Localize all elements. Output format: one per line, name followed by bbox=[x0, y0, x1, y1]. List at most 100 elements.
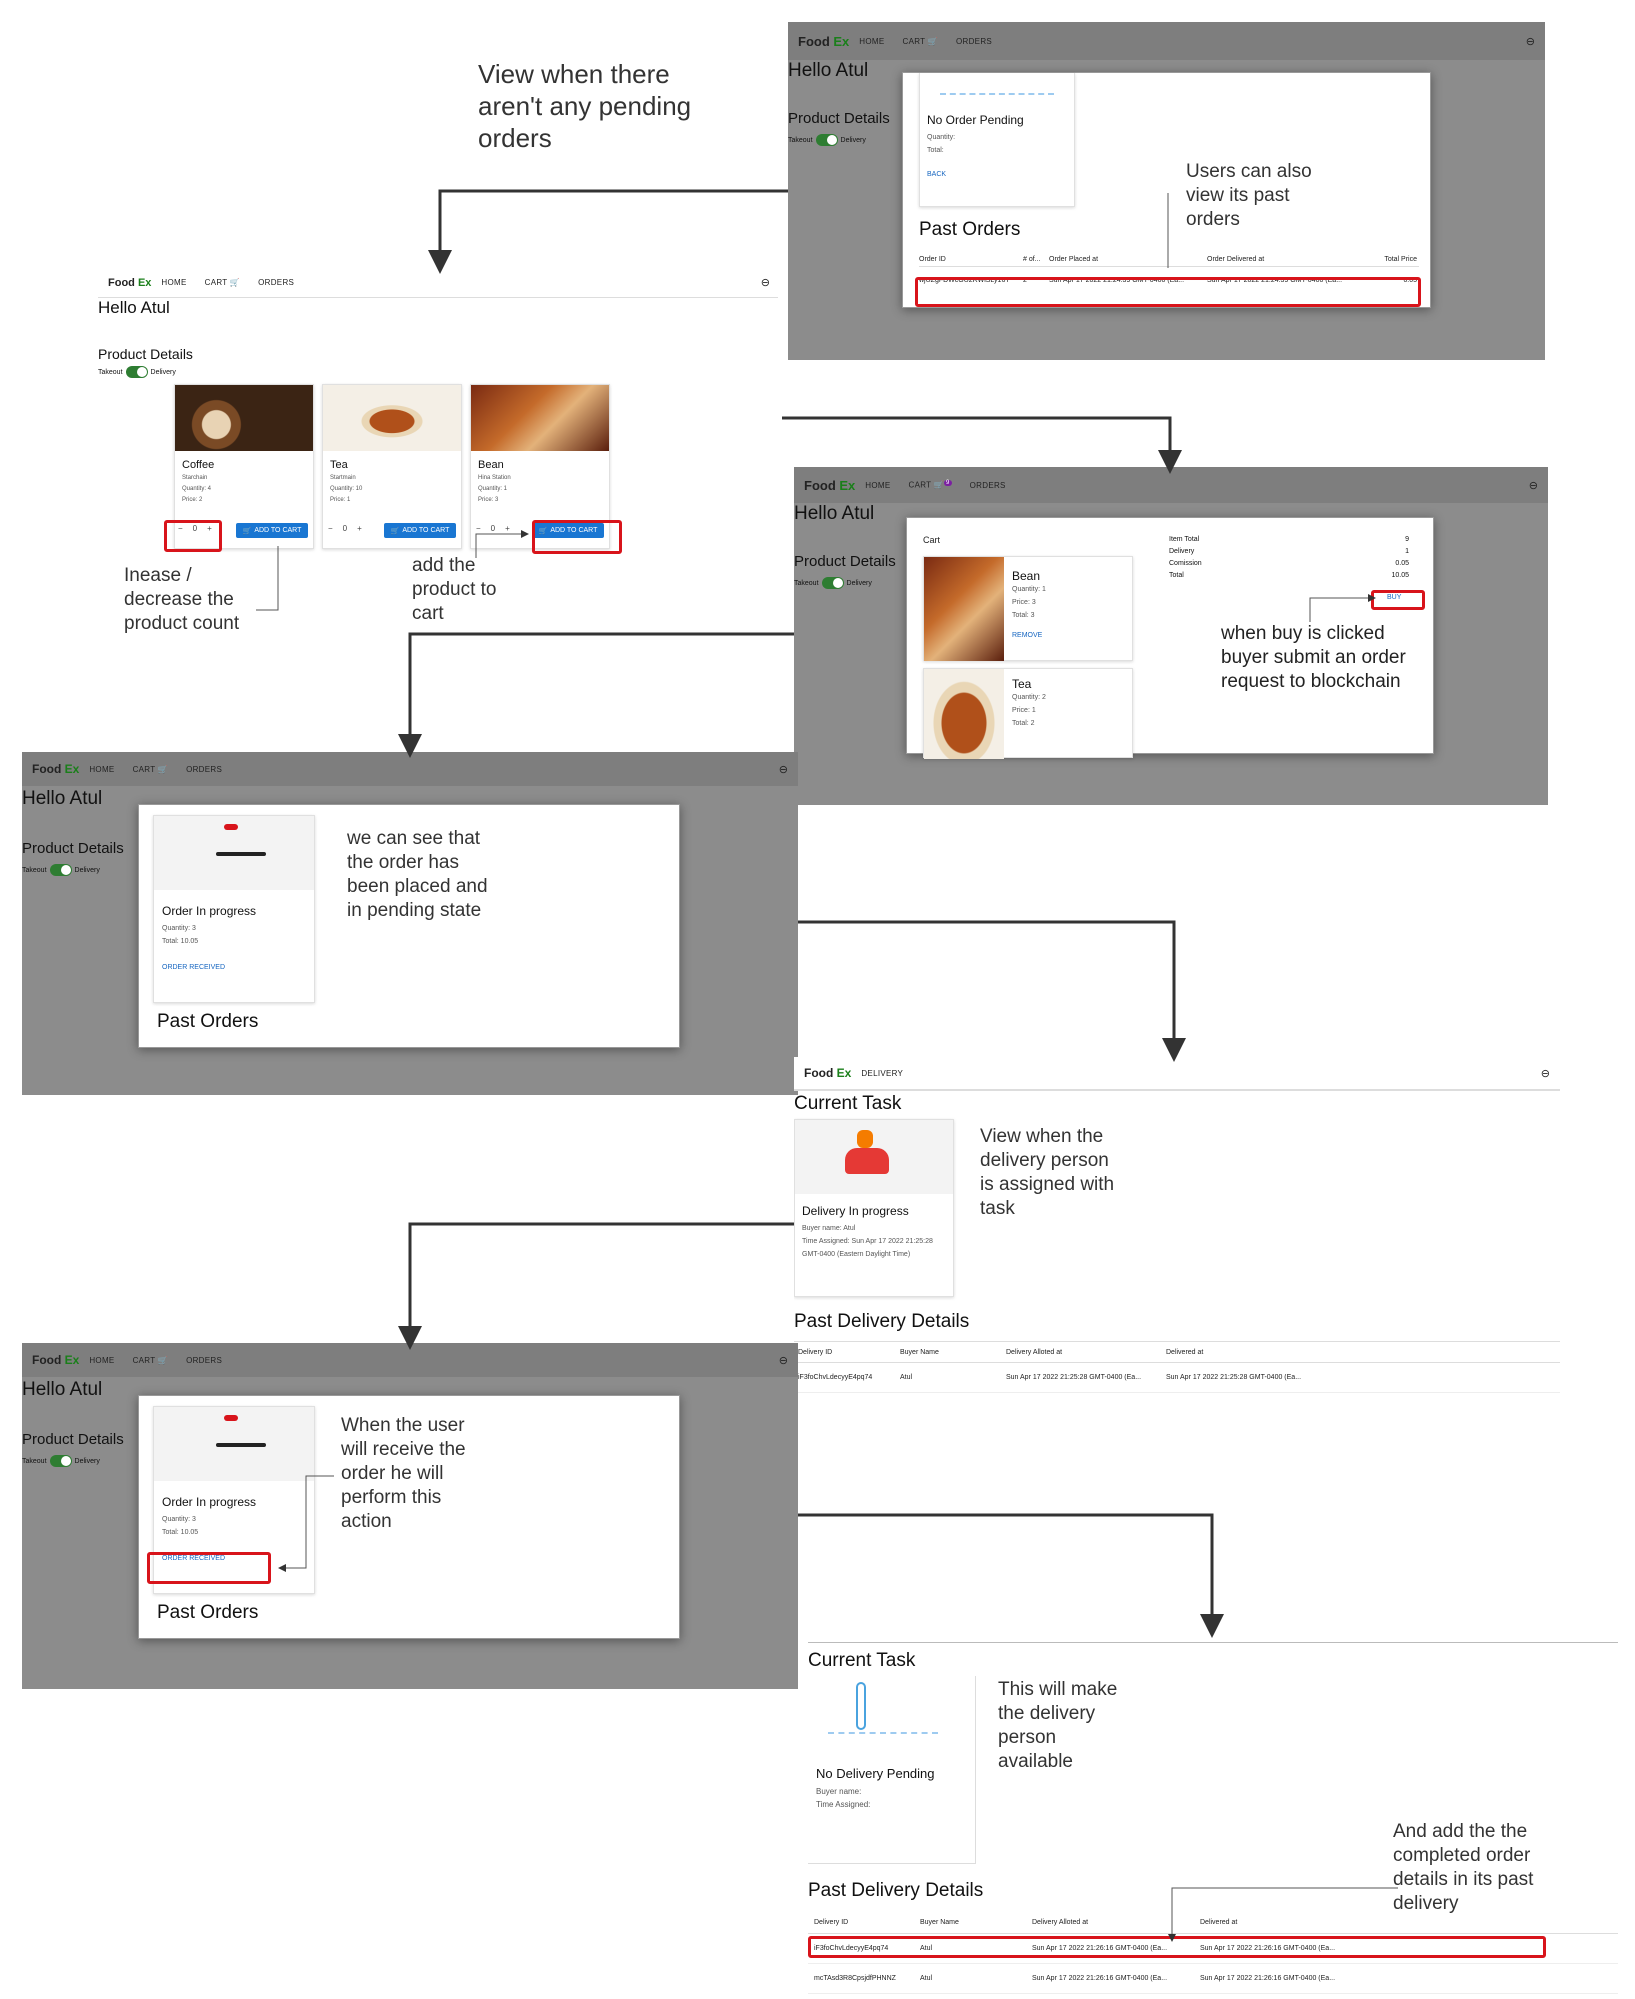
table-row[interactable]: mcTAsd3R8CpsjdfPHNNZ Atul Sun Apr 17 202… bbox=[808, 1964, 1618, 1994]
account-icon[interactable]: ⊖ bbox=[1529, 479, 1538, 492]
order-progress-title: Order In progress bbox=[162, 904, 257, 918]
cart-item-price: Price: 3 bbox=[1012, 599, 1036, 606]
logo[interactable]: Food Ex bbox=[804, 1066, 851, 1080]
product-details-label: Product Details bbox=[98, 346, 193, 362]
past-delivery-table: Delivery ID Buyer Name Delivery Alloted … bbox=[794, 1341, 1560, 1393]
table-header: Order ID # of... Order Placed at Order D… bbox=[919, 253, 1419, 267]
nav-home[interactable]: HOME bbox=[865, 481, 890, 490]
col-buyer: Buyer Name bbox=[920, 1919, 959, 1926]
plus-button[interactable]: + bbox=[357, 524, 362, 533]
logo-food: Food bbox=[32, 1353, 62, 1367]
takeout-delivery-toggle[interactable]: Takeout Delivery bbox=[22, 864, 100, 876]
logo[interactable]: Food Ex bbox=[32, 1353, 79, 1367]
takeout-label: Takeout bbox=[22, 866, 47, 874]
past-delivery-title: Past Delivery Details bbox=[808, 1880, 984, 1901]
account-icon[interactable]: ⊖ bbox=[1526, 35, 1535, 48]
nav-cart-label: CART bbox=[204, 278, 228, 287]
stepper-value: 0 bbox=[342, 524, 348, 533]
quantity-stepper[interactable]: −0 + bbox=[476, 524, 510, 533]
logo-ex: Ex bbox=[836, 1066, 852, 1080]
highlight-past-order-row bbox=[915, 277, 1421, 307]
col-delivery-id: Delivery ID bbox=[814, 1919, 849, 1926]
takeout-delivery-toggle[interactable]: Takeout Delivery bbox=[794, 577, 872, 589]
toggle-switch[interactable] bbox=[125, 366, 148, 378]
screenshot-order-in-progress: Food Ex HOME CART 🛒 ORDERS ⊖ Hello Atul … bbox=[22, 752, 798, 1095]
cactus-illustration bbox=[940, 73, 1054, 95]
current-task-title: Current Task bbox=[794, 1093, 902, 1114]
col-placed: Order Placed at bbox=[1049, 256, 1099, 263]
nav-orders[interactable]: ORDERS bbox=[258, 278, 294, 287]
nav-cart[interactable]: CART 🛒 bbox=[133, 765, 169, 774]
back-button[interactable]: BACK bbox=[927, 171, 1074, 178]
nav-cart[interactable]: CART 🛒 bbox=[205, 278, 241, 287]
logo-food: Food bbox=[798, 33, 830, 49]
toggle-switch[interactable] bbox=[815, 134, 838, 146]
product-price: Price: 2 bbox=[182, 497, 203, 503]
nav-home[interactable]: HOME bbox=[161, 278, 186, 287]
nav-orders[interactable]: ORDERS bbox=[956, 37, 992, 46]
delivery-task-buyer: Buyer name: Atul bbox=[802, 1225, 856, 1232]
nav-cart[interactable]: CART 🛒 bbox=[903, 37, 939, 46]
add-to-cart-button[interactable]: 🛒 ADD TO CART bbox=[384, 523, 456, 538]
highlight-buy bbox=[1371, 590, 1425, 610]
logo-ex: Ex bbox=[833, 33, 850, 49]
summary-label: Item Total bbox=[1169, 536, 1200, 543]
nav-delivery[interactable]: DELIVERY bbox=[861, 1069, 903, 1078]
logo[interactable]: Food Ex bbox=[804, 478, 855, 493]
quantity-stepper[interactable]: −0 + bbox=[328, 524, 362, 533]
cell-buyer: Atul bbox=[900, 1374, 913, 1381]
cell-alloted: Sun Apr 17 2022 21:25:28 GMT-0400 (Ea... bbox=[1006, 1374, 1142, 1381]
account-icon[interactable]: ⊖ bbox=[1541, 1067, 1550, 1080]
toggle-switch[interactable] bbox=[49, 864, 72, 876]
note-available: This will make the delivery person avail… bbox=[998, 1679, 1118, 1772]
arrow-2 bbox=[782, 416, 1182, 474]
delivery-label: Delivery bbox=[846, 579, 872, 587]
navbar: Food Ex HOME CART 🛒 ORDERS ⊖ bbox=[788, 22, 1545, 60]
takeout-label: Takeout bbox=[22, 1457, 47, 1465]
product-seller: Starchain bbox=[182, 475, 208, 481]
product-name: Coffee bbox=[182, 459, 215, 471]
minus-button[interactable]: − bbox=[476, 524, 481, 533]
navbar: Food Ex HOME CART 🛒 ORDERS ⊖ bbox=[22, 752, 798, 786]
logo[interactable]: Food Ex bbox=[32, 762, 79, 776]
col-delivered: Delivered at bbox=[1200, 1919, 1238, 1926]
plus-button[interactable]: + bbox=[505, 524, 510, 533]
order-received-button[interactable]: ORDER RECEIVED bbox=[162, 964, 314, 971]
order-progress-title: Order In progress bbox=[162, 1495, 257, 1509]
nav-home[interactable]: HOME bbox=[89, 765, 114, 774]
account-icon[interactable]: ⊖ bbox=[779, 1354, 788, 1367]
navbar: Food Ex DELIVERY ⊖ bbox=[794, 1057, 1560, 1091]
logo[interactable]: Food Ex bbox=[798, 34, 849, 49]
logo-ex: Ex bbox=[64, 1353, 80, 1367]
add-to-cart-button[interactable]: 🛒 ADD TO CART bbox=[236, 523, 308, 538]
logo[interactable]: Food Ex bbox=[108, 277, 151, 289]
nav-orders[interactable]: ORDERS bbox=[186, 1356, 222, 1365]
nav-orders[interactable]: ORDERS bbox=[970, 481, 1006, 490]
takeout-delivery-toggle[interactable]: Takeout Delivery bbox=[98, 366, 176, 378]
table-row[interactable]: iF3foChvLdecyyE4pq74 Atul Sun Apr 17 202… bbox=[794, 1363, 1560, 1393]
account-icon[interactable]: ⊖ bbox=[779, 763, 788, 776]
screenshot-delivery-available: Current Task No Delivery Pending Buyer n… bbox=[808, 1642, 1628, 1999]
takeout-delivery-toggle[interactable]: Takeout Delivery bbox=[22, 1455, 100, 1467]
cart-badge: 9 bbox=[944, 480, 952, 487]
nav-orders[interactable]: ORDERS bbox=[186, 765, 222, 774]
logo-food: Food bbox=[804, 477, 836, 493]
cart-summary: Item Total 9 Delivery 1 Comission 0.05 Tota… bbox=[1169, 534, 1409, 582]
cart-item-total: Total: 2 bbox=[1012, 720, 1035, 727]
cart-item-total: Total: 3 bbox=[1012, 612, 1035, 619]
toggle-switch[interactable] bbox=[821, 577, 844, 589]
nav-home[interactable]: HOME bbox=[89, 1356, 114, 1365]
highlight-order-received bbox=[147, 1552, 271, 1584]
nav-home[interactable]: HOME bbox=[859, 37, 884, 46]
remove-button[interactable]: REMOVE bbox=[1012, 632, 1046, 639]
takeout-delivery-toggle[interactable]: Takeout Delivery bbox=[788, 134, 866, 146]
scooter-illustration bbox=[795, 1120, 953, 1194]
nav-cart[interactable]: CART 🛒 9 bbox=[909, 480, 952, 490]
top-divider bbox=[808, 1642, 1618, 1643]
product-seller: Hina Station bbox=[478, 475, 511, 481]
minus-button[interactable]: − bbox=[328, 524, 333, 533]
order-progress-total: Total: 10.05 bbox=[162, 938, 199, 945]
account-icon[interactable]: ⊖ bbox=[761, 276, 770, 289]
toggle-switch[interactable] bbox=[49, 1455, 72, 1467]
nav-cart[interactable]: CART 🛒 bbox=[133, 1356, 169, 1365]
